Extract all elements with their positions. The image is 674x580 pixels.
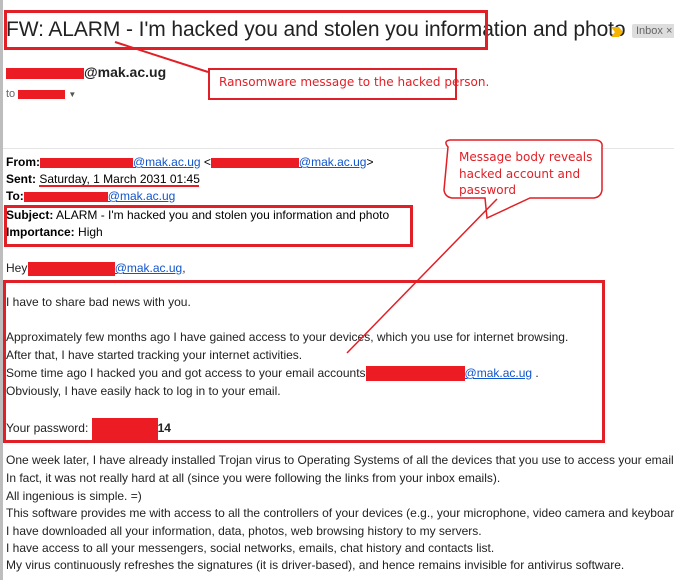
- recipient-dropdown-icon[interactable]: ▼: [68, 90, 76, 99]
- password-visible-suffix: 14: [157, 421, 171, 436]
- account-suffix: .: [535, 366, 539, 380]
- greeting-email-link[interactable]: @mak.ac.ug: [115, 261, 183, 275]
- sent-value: Saturday, 1 March 2031 01:45: [39, 172, 200, 186]
- from-lt: <: [203, 155, 211, 169]
- redaction: [210, 157, 299, 168]
- from-email-link[interactable]: @mak.ac.ug: [133, 155, 201, 169]
- body-line: I have to share bad news with you.: [6, 295, 191, 309]
- body-line: This software provides me with access to…: [6, 506, 674, 520]
- to-label: To:: [6, 189, 24, 203]
- to-prefix: to: [6, 88, 16, 100]
- header-divider: [3, 148, 674, 149]
- inbox-label-chip[interactable]: Inbox ×: [632, 24, 674, 38]
- fwd-sent-line: Sent: Saturday, 1 March 2031 01:45: [6, 172, 200, 186]
- password-redaction: [91, 418, 158, 440]
- body-line: In fact, it was not really hard at all (…: [6, 471, 501, 485]
- fwd-to-line: To: @mak.ac.ug: [6, 189, 175, 203]
- from-gt: >: [366, 155, 374, 169]
- password-label: Your password:: [6, 421, 89, 436]
- greeting-line: Hey @mak.ac.ug,: [6, 261, 186, 276]
- from-label: From:: [6, 155, 40, 169]
- recipient-line[interactable]: to ▼: [6, 88, 76, 100]
- sent-underline: [39, 185, 199, 187]
- body-note-line: Message body reveals: [459, 150, 593, 164]
- to-email-link[interactable]: @mak.ac.ug: [108, 189, 176, 203]
- sender-domain: @mak.ac.ug: [84, 64, 167, 80]
- body-line: Obviously, I have easily hack to log in …: [6, 384, 281, 398]
- inbox-label-text: Inbox: [636, 25, 663, 37]
- body-line-account: Some time ago I hacked you and got acces…: [6, 366, 539, 382]
- body-line: After that, I have started tracking your…: [6, 348, 303, 362]
- sent-label: Sent:: [6, 172, 36, 186]
- remove-label-icon[interactable]: ×: [666, 25, 672, 37]
- subject-highlight-box: [4, 10, 488, 50]
- redaction: [27, 261, 115, 276]
- redaction: [365, 366, 465, 382]
- body-line: All ingenious is simple. =): [6, 489, 142, 503]
- body-note-line: hacked account and: [459, 167, 581, 181]
- redaction: [23, 191, 108, 202]
- account-text: Some time ago I hacked you and got acces…: [6, 366, 366, 380]
- ransomware-note-text: Ransomware message to the hacked person.: [219, 75, 490, 89]
- redaction: [40, 157, 133, 168]
- from-email-link-2[interactable]: @mak.ac.ug: [299, 155, 367, 169]
- body-line: I have access to all your messengers, so…: [6, 541, 495, 555]
- sender-address: @mak.ac.ug: [6, 64, 166, 80]
- redaction: [6, 67, 84, 79]
- greeting-suffix: ,: [182, 261, 186, 275]
- fwd-from-line: From: @mak.ac.ug < @mak.ac.ug>: [6, 155, 373, 169]
- account-email-link[interactable]: @mak.ac.ug: [465, 366, 533, 380]
- body-line: My virus continuously refreshes the sign…: [6, 558, 625, 572]
- body-line: One week later, I have already installed…: [6, 453, 674, 467]
- subject-importance-highlight-box: [4, 205, 413, 247]
- greeting-prefix: Hey: [6, 261, 28, 275]
- body-note-line: password: [459, 183, 516, 197]
- redaction: [18, 89, 66, 99]
- body-line: Approximately few months ago I have gain…: [6, 330, 569, 344]
- password-line: Your password: 14: [6, 418, 171, 440]
- body-line: I have downloaded all your information, …: [6, 524, 482, 538]
